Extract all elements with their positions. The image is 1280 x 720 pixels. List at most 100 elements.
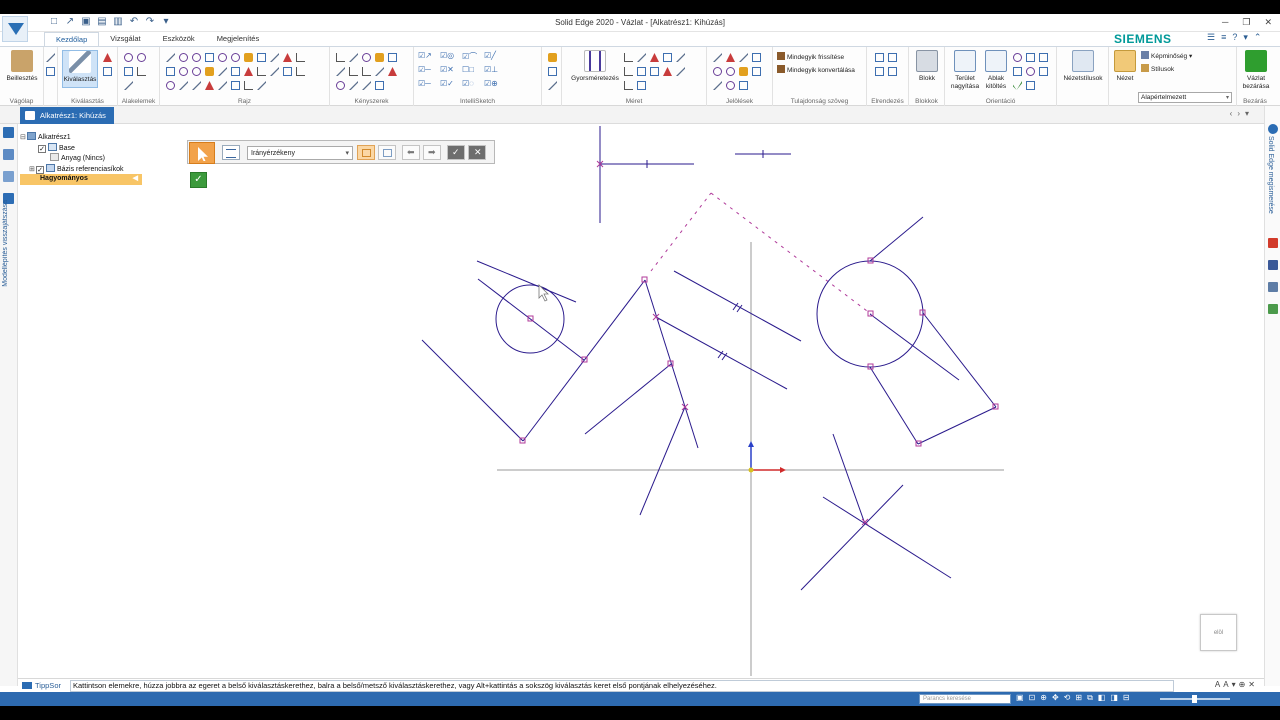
sketch-line[interactable] bbox=[477, 278, 585, 361]
pan-icon[interactable] bbox=[1026, 53, 1035, 62]
diamond-icon[interactable] bbox=[124, 67, 133, 76]
chamfer-icon[interactable] bbox=[296, 67, 305, 76]
view-icon[interactable] bbox=[1039, 53, 1048, 62]
tree-item-material[interactable]: Anyag (Nincs) bbox=[20, 153, 170, 164]
symmetry-axis-icon[interactable] bbox=[375, 81, 384, 90]
ref-planes-expander[interactable]: ⊞ bbox=[29, 165, 36, 175]
connect-icon[interactable] bbox=[336, 53, 345, 62]
midpoint-icon[interactable] bbox=[362, 81, 371, 90]
cross-icon[interactable] bbox=[124, 81, 133, 90]
circle-icon[interactable] bbox=[218, 53, 227, 62]
xy-icon[interactable] bbox=[244, 81, 253, 90]
list-icon[interactable]: ≡ bbox=[1221, 32, 1226, 43]
lock-icon[interactable] bbox=[375, 53, 384, 62]
offset-icon[interactable] bbox=[257, 53, 266, 62]
views-small-icon[interactable]: ⧉ bbox=[1087, 693, 1093, 703]
trim-icon[interactable] bbox=[270, 53, 279, 62]
arc-icon[interactable] bbox=[179, 53, 188, 62]
quick-accept-button[interactable]: ✓ bbox=[190, 172, 207, 188]
sketch-view-small-icon[interactable]: ⊞ bbox=[1075, 693, 1082, 703]
tree-root-expander[interactable]: ⊟ bbox=[20, 133, 27, 143]
corner-draw-icon[interactable] bbox=[296, 53, 305, 62]
shade-small-icon[interactable]: ◧ bbox=[1098, 693, 1106, 703]
centermark-icon[interactable] bbox=[726, 81, 735, 90]
style-select[interactable]: Alapértelmezett bbox=[1138, 92, 1232, 103]
chamfer-dim-icon[interactable] bbox=[637, 67, 646, 76]
angle-icon[interactable] bbox=[637, 53, 646, 62]
option-endpoint-icon[interactable]: ☑↗ bbox=[418, 51, 440, 65]
fill-icon[interactable] bbox=[244, 53, 253, 62]
zoom-slider-thumb[interactable] bbox=[1192, 695, 1197, 703]
collinear-icon[interactable] bbox=[362, 67, 371, 76]
option-extra2-icon[interactable] bbox=[506, 65, 528, 79]
angular-coord-icon[interactable] bbox=[624, 67, 633, 76]
stretch-icon[interactable] bbox=[270, 67, 279, 76]
option-horizontal-icon[interactable]: ☐□ bbox=[462, 65, 484, 79]
facebook-icon[interactable] bbox=[1268, 260, 1278, 270]
zoom-small-icon[interactable]: ⊕ bbox=[1040, 693, 1047, 703]
convert-icon[interactable] bbox=[257, 81, 266, 90]
select-box-icon[interactable] bbox=[103, 67, 112, 76]
dim-axis-icon[interactable] bbox=[650, 67, 659, 76]
select-filter-icon[interactable] bbox=[103, 53, 112, 62]
parallel-icon[interactable] bbox=[349, 53, 358, 62]
sketch-view2-icon[interactable] bbox=[1039, 67, 1048, 76]
select-options-button[interactable] bbox=[222, 145, 240, 160]
dim-edit-icon[interactable] bbox=[676, 67, 685, 76]
symmetric-icon[interactable] bbox=[375, 67, 384, 76]
rotate-view-icon[interactable] bbox=[1026, 67, 1035, 76]
previous-view-icon[interactable] bbox=[1013, 81, 1022, 90]
copy-icon[interactable] bbox=[46, 67, 55, 76]
sketch-view-icon[interactable] bbox=[548, 67, 557, 76]
cancel-button[interactable]: ✕ bbox=[468, 145, 486, 160]
rigid-icon[interactable] bbox=[349, 81, 358, 90]
sketch-options-icon[interactable] bbox=[548, 53, 557, 62]
tree-item-base[interactable]: ✓ Base bbox=[20, 142, 170, 154]
sketch-line[interactable] bbox=[639, 406, 686, 516]
pattern-icon[interactable] bbox=[205, 81, 214, 90]
menu-icon[interactable]: ☰ bbox=[1207, 32, 1215, 43]
construction-line[interactable] bbox=[650, 192, 712, 272]
sketch-line[interactable] bbox=[917, 406, 997, 445]
tree-root[interactable]: ⊟ Alkatrész1 bbox=[20, 132, 170, 143]
selection-mode-dropdown[interactable]: Irányérzékeny bbox=[247, 146, 353, 160]
option-silhouette-icon[interactable]: ☑─ bbox=[418, 65, 440, 79]
sketch-line[interactable] bbox=[869, 313, 960, 381]
help-icon[interactable]: ? bbox=[1232, 32, 1237, 43]
select-tool-button[interactable]: Kiválasztás bbox=[62, 50, 98, 88]
symmetric-dim-icon[interactable] bbox=[663, 53, 672, 62]
view-cube[interactable]: elöl bbox=[1200, 614, 1237, 651]
tab-home[interactable]: Kezdőlap bbox=[44, 32, 100, 46]
learn-solid-edge-tab[interactable]: Solid Edge megismerése bbox=[1267, 136, 1274, 214]
dim-align-icon[interactable] bbox=[624, 81, 633, 90]
balloon-icon[interactable] bbox=[739, 53, 748, 62]
block-button[interactable]: Blokk bbox=[913, 50, 941, 83]
rotate-icon[interactable] bbox=[244, 67, 253, 76]
inside-fence-button[interactable] bbox=[357, 145, 375, 160]
centerline-icon[interactable] bbox=[739, 81, 748, 90]
smart-dimension-button[interactable]: Gyorsméretezés bbox=[566, 50, 624, 83]
sketch-line[interactable] bbox=[673, 270, 802, 342]
tree-item-traditional[interactable]: Hagyományos bbox=[20, 174, 142, 185]
select-mode-button[interactable] bbox=[189, 142, 215, 164]
tangent-icon[interactable] bbox=[388, 67, 397, 76]
pan-small-icon[interactable]: ✥ bbox=[1052, 693, 1059, 703]
surface-texture-icon[interactable] bbox=[713, 67, 722, 76]
axis-icon[interactable] bbox=[192, 81, 201, 90]
tipsor-tab[interactable]: TippSor bbox=[22, 681, 61, 690]
paste-button[interactable]: Beillesztés bbox=[5, 50, 39, 83]
sketch-line[interactable] bbox=[522, 279, 646, 442]
group-icon[interactable] bbox=[888, 67, 897, 76]
relations-toggle-icon[interactable] bbox=[388, 53, 397, 62]
restore-icon[interactable]: ❐ bbox=[1242, 17, 1250, 28]
dim-arrange-icon[interactable] bbox=[637, 81, 646, 90]
pathfinder-tab-icon[interactable] bbox=[3, 127, 14, 138]
dim-style-icon[interactable] bbox=[676, 53, 685, 62]
option-quadrant-icon[interactable]: ☑⊕ bbox=[484, 79, 506, 93]
weld-icon[interactable] bbox=[726, 67, 735, 76]
option-tangent-icon[interactable]: ☑⌒ bbox=[462, 51, 484, 65]
sketch-line[interactable] bbox=[869, 216, 924, 262]
convert-all-button[interactable]: Mindegyik konvertálása bbox=[777, 65, 855, 74]
scale-icon[interactable] bbox=[257, 67, 266, 76]
align-icon[interactable] bbox=[875, 67, 884, 76]
